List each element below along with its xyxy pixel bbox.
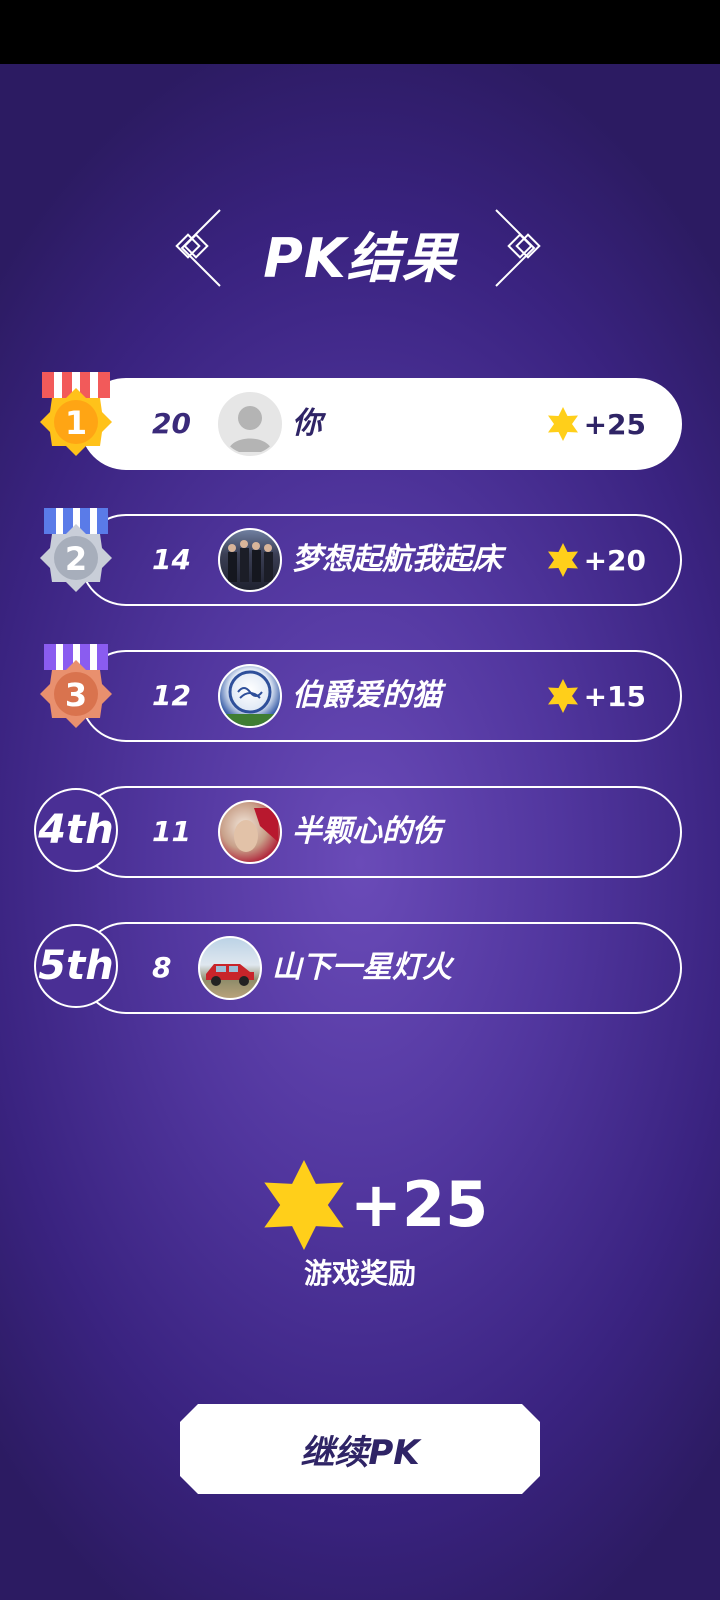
right-diamond-decoration-icon [495,209,541,287]
ranking-row-4: 11 半颗心的伤 [80,786,682,878]
rank-label-5: 5th [34,924,118,1008]
player-score: 12 [152,679,191,712]
ranking-row-5: 8 山下一星灯火 [80,922,682,1014]
game-reward-area: +25 [0,1160,720,1260]
status-bar [0,0,720,64]
reward-points: +15 [583,679,646,713]
bronze-medal-icon: 3 [40,644,112,728]
group-photo-avatar[interactable] [218,528,282,592]
continue-pk-button[interactable]: 继续PK [180,1404,540,1494]
player-name: 伯爵爱的猫 [292,678,442,713]
ranking-row-2: 14 梦想起航我起床 +20 [80,514,682,606]
player-name: 梦想起航我起床 [292,542,502,577]
svg-text:2: 2 [65,540,87,578]
photo-avatar[interactable] [218,800,282,864]
reward-points: +20 [583,543,646,577]
ranking-row-3: 12 伯爵爱的猫 +15 [80,650,682,742]
player-name: 你 [292,406,322,441]
page-title: PK结果 [263,227,457,290]
pk-result-screen: PK结果 20 你 +25 1 14 梦想起航我起床 +20 2 12 伯爵爱的… [0,64,720,1600]
rank-label-4: 4th [34,788,118,872]
star-icon [547,407,578,441]
svg-text:1: 1 [65,404,87,442]
player-score: 20 [152,407,191,440]
large-star-icon [264,1160,344,1250]
calligraphy-avatar[interactable] [218,664,282,728]
ranking-row-1: 20 你 +25 [80,378,682,470]
gold-medal-icon: 1 [40,372,112,456]
star-icon [547,543,578,577]
player-name: 半颗心的伤 [292,814,442,849]
reward-badge: +20 [547,516,646,604]
reward-points: +25 [583,407,646,441]
svg-text:3: 3 [65,676,87,714]
reward-badge: +15 [547,652,646,740]
player-name: 山下一星灯火 [272,950,452,985]
player-score: 14 [152,543,191,576]
title-area: PK结果 [0,208,720,290]
car-photo-avatar[interactable] [198,936,262,1000]
default-avatar-icon[interactable] [218,392,282,456]
reward-total: +25 [350,1168,489,1241]
reward-label: 游戏奖励 [303,1257,416,1290]
reward-badge: +25 [547,380,646,468]
silver-medal-icon: 2 [40,508,112,592]
player-score: 11 [152,815,191,848]
star-icon [547,679,578,713]
